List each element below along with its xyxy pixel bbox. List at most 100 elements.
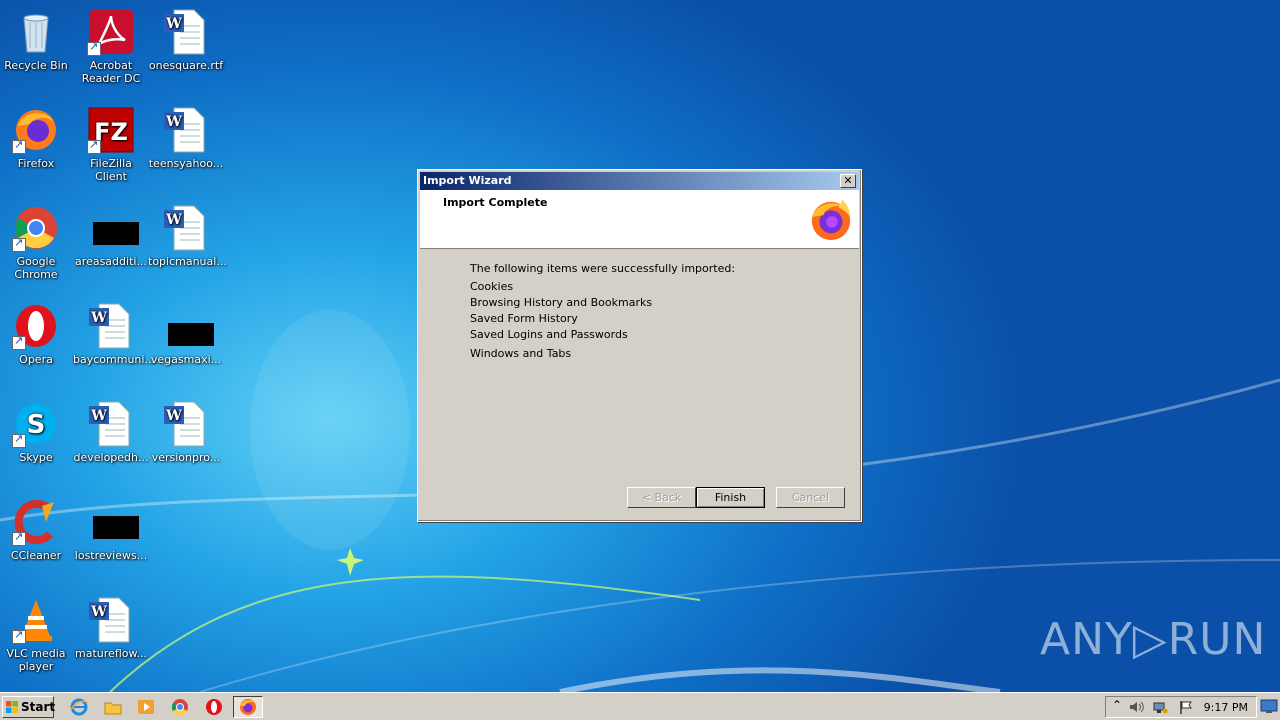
recycle-bin-icon	[23, 14, 49, 53]
desktop-icon-label: VLC media player	[6, 647, 66, 673]
word-document-icon: W	[164, 107, 205, 153]
file-explorer-icon[interactable]	[104, 698, 122, 716]
import-intro-text: The following items were successfully im…	[470, 262, 736, 275]
file-thumbnail	[168, 323, 214, 346]
shortcut-arrow-icon	[87, 138, 101, 154]
imported-item: Saved Logins and Passwords	[470, 328, 628, 341]
desktop-icon-label: Opera	[19, 353, 53, 366]
file-thumbnail	[93, 222, 139, 245]
desktop-icon-filezilla[interactable]: FZ FileZilla Client	[73, 106, 149, 183]
cancel-button[interactable]: Cancel	[776, 487, 845, 508]
tray-expand-icon[interactable]: ⌃	[1112, 698, 1122, 712]
dialog-header-title: Import Complete	[443, 196, 548, 209]
svg-text:W: W	[165, 114, 182, 130]
back-button[interactable]: < Back	[627, 487, 696, 508]
desktop-icon-label: baycommuni...	[73, 353, 155, 366]
desktop-icon-baycommuni[interactable]: W baycommuni...	[73, 302, 155, 366]
word-document-icon: W	[164, 205, 205, 251]
desktop-icon-ccleaner[interactable]: CCleaner	[0, 498, 74, 562]
desktop-icon-label: Acrobat Reader DC	[81, 59, 141, 85]
desktop-icon-google-chrome[interactable]: Google Chrome	[0, 204, 74, 281]
sparkle-icon	[337, 548, 364, 576]
word-document-icon: W	[164, 9, 205, 55]
close-button[interactable]: ✕	[840, 174, 856, 188]
file-thumbnail	[93, 516, 139, 539]
shortcut-arrow-icon	[12, 628, 26, 644]
desktop-icon-acrobat-reader[interactable]: Acrobat Reader DC	[73, 8, 149, 85]
show-desktop-icon[interactable]	[1260, 698, 1278, 714]
desktop-icon-areasadditi[interactable]: areasadditi...	[73, 204, 149, 268]
desktop-icon-label: vegasmaxi...	[150, 353, 222, 366]
desktop-icon-label: Skype	[19, 451, 53, 464]
desktop-icon-topicmanual[interactable]: W topicmanual...	[148, 204, 227, 268]
desktop-icon-label: Google Chrome	[14, 255, 58, 281]
dialog-header: Import Complete	[420, 190, 859, 249]
finish-button[interactable]: Finish	[696, 487, 765, 508]
desktop-icon-vegasmaxi[interactable]: vegasmaxi...	[148, 302, 224, 366]
desktop-icon-label: Firefox	[17, 157, 55, 170]
desktop-icon-matureflow[interactable]: W matureflow...	[73, 596, 149, 660]
network-icon[interactable]	[1152, 700, 1168, 714]
desktop-icon-label: onesquare.rtf	[148, 59, 224, 72]
desktop-icon-lostreviews[interactable]: lostreviews...	[73, 498, 149, 562]
svg-text:W: W	[90, 408, 107, 424]
firefox-logo-icon	[811, 199, 851, 241]
svg-text:W: W	[90, 604, 107, 620]
system-tray: ⌃ 9:17 PM	[1105, 696, 1257, 718]
chrome-taskbar-icon[interactable]	[171, 698, 189, 716]
imported-item: Browsing History and Bookmarks	[470, 296, 653, 309]
svg-text:W: W	[165, 16, 182, 32]
imported-item: Windows and Tabs	[470, 347, 572, 360]
desktop-icon-versionpro[interactable]: W versionpro...	[148, 400, 224, 464]
desktop-icon-label: FileZilla Client	[90, 157, 132, 183]
word-document-icon: W	[164, 401, 205, 447]
desktop-icon-label: lostreviews...	[74, 549, 148, 562]
start-label: Start	[21, 700, 56, 714]
desktop-icon-recycle-bin[interactable]: Recycle Bin	[0, 8, 74, 72]
desktop-icon-label: versionpro...	[151, 451, 221, 464]
desktop-icon-skype[interactable]: S Skype	[0, 400, 74, 464]
start-button[interactable]: Start	[2, 696, 56, 718]
internet-explorer-icon[interactable]	[70, 698, 88, 716]
anyrun-watermark: ANY▷RUN	[1040, 614, 1267, 665]
desktop-icon-label: matureflow...	[75, 647, 147, 660]
word-document-icon: W	[89, 597, 130, 643]
word-document-icon: W	[89, 303, 130, 349]
shortcut-arrow-icon	[12, 530, 26, 546]
firefox-taskbar-button[interactable]	[233, 696, 263, 718]
desktop-icon-firefox[interactable]: Firefox	[0, 106, 74, 170]
action-center-flag-icon[interactable]	[1178, 699, 1194, 715]
dialog-title: Import Wizard	[423, 174, 512, 187]
shortcut-arrow-icon	[12, 236, 26, 252]
imported-item: Saved Form History	[470, 312, 578, 325]
opera-taskbar-icon[interactable]	[205, 698, 223, 716]
taskbar: Start ⌃ 9:17 PM	[0, 692, 1280, 720]
desktop-icon-label: teensyahoo...	[148, 157, 224, 170]
firefox-taskbar-icon	[240, 699, 256, 715]
windows-logo-icon	[6, 701, 18, 713]
desktop-icon-label: topicmanual...	[148, 255, 227, 268]
imported-item: Cookies	[470, 280, 514, 293]
media-player-icon[interactable]	[137, 698, 155, 716]
import-wizard-dialog: Import Wizard ✕ Import Complete The foll…	[417, 169, 862, 522]
desktop-icon-label: Recycle Bin	[4, 59, 68, 72]
svg-text:W: W	[165, 212, 182, 228]
shortcut-arrow-icon	[12, 138, 26, 154]
desktop-icon-onesquare[interactable]: W onesquare.rtf	[148, 8, 224, 72]
taskbar-clock[interactable]: 9:17 PM	[1204, 701, 1248, 714]
desktop-icon-developedh[interactable]: W developedh...	[73, 400, 149, 464]
shortcut-arrow-icon	[12, 432, 26, 448]
desktop-icon-label: developedh...	[73, 451, 149, 464]
desktop-icon-opera[interactable]: Opera	[0, 302, 74, 366]
desktop-icon-vlc[interactable]: VLC media player	[0, 596, 74, 673]
desktop-icon-label: CCleaner	[10, 549, 62, 562]
svg-text:S: S	[27, 410, 46, 440]
dialog-titlebar[interactable]: Import Wizard ✕	[420, 172, 859, 190]
svg-text:W: W	[90, 310, 107, 326]
volume-icon[interactable]	[1128, 700, 1144, 714]
desktop-icon-label: areasadditi...	[75, 255, 147, 268]
desktop-icon-teensyahoo[interactable]: W teensyahoo...	[148, 106, 224, 170]
shortcut-arrow-icon	[87, 40, 101, 56]
word-document-icon: W	[89, 401, 130, 447]
svg-text:W: W	[165, 408, 182, 424]
